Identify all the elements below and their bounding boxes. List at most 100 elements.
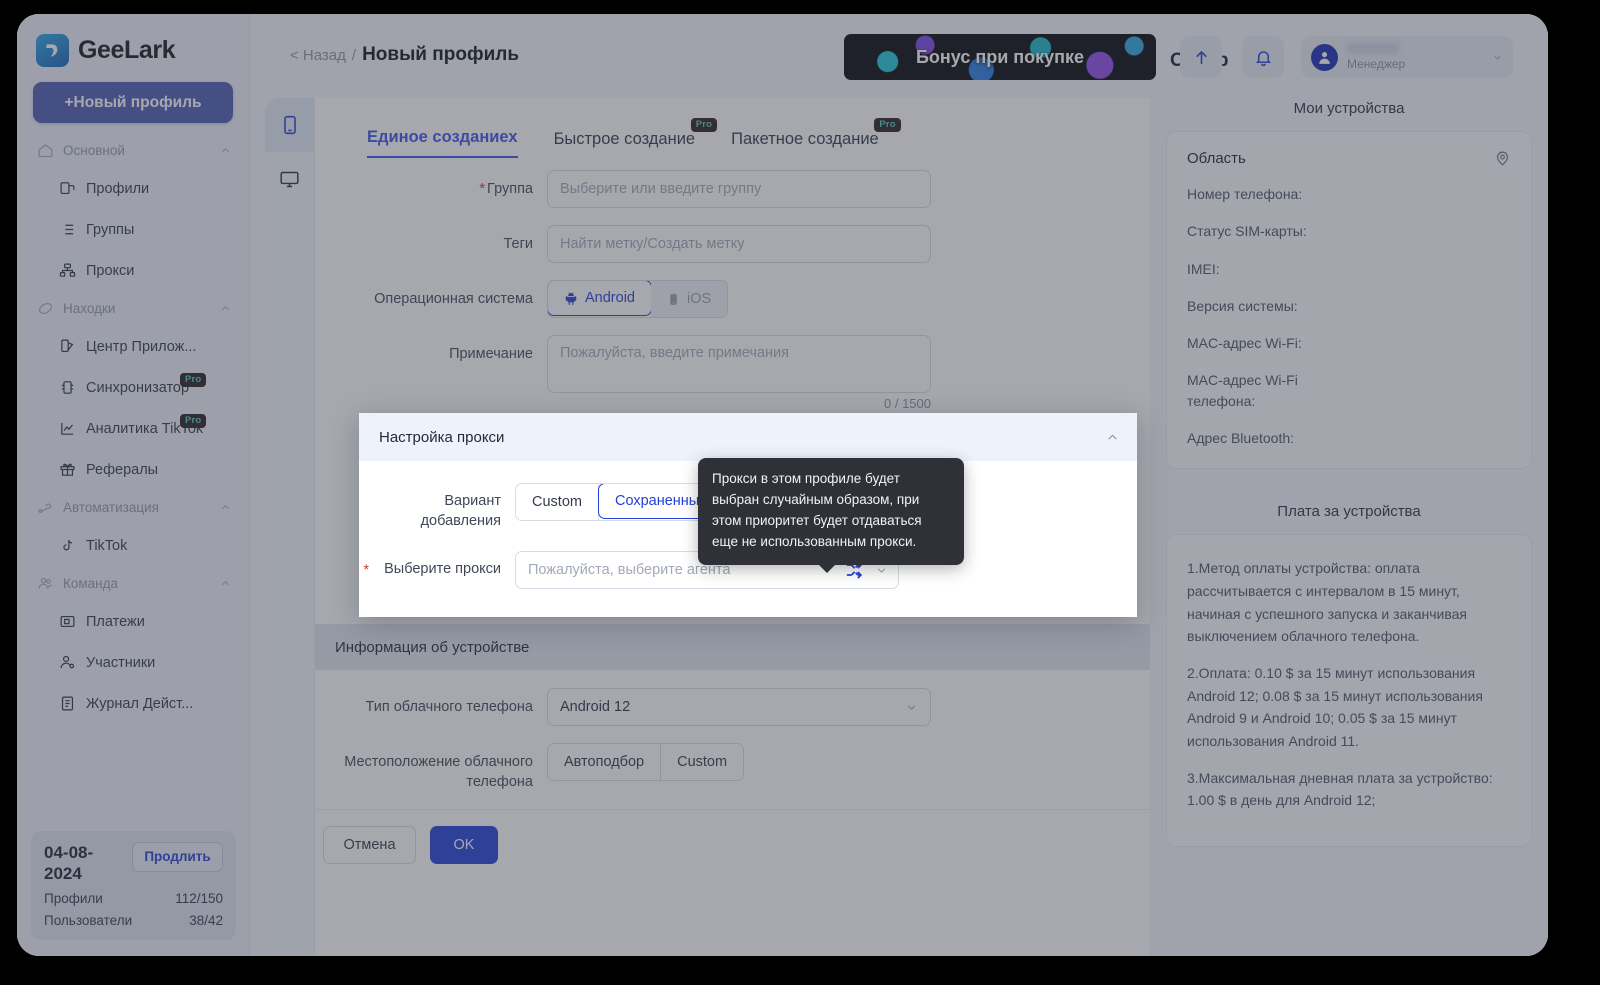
location-option-auto[interactable]: Автоподбор: [548, 744, 662, 780]
plan-card: 04-08-2024 Продлить Профили 112/150 Поль…: [31, 830, 236, 940]
overview-field: IMEI:: [1187, 260, 1220, 277]
upload-button[interactable]: [1180, 36, 1222, 78]
billing-paragraph: 1.Метод оплаты устройства: оплата рассчи…: [1187, 560, 1467, 645]
billing-paragraph: 3.Максимальная дневная плата за устройст…: [1187, 769, 1493, 809]
billing-card: 1.Метод оплаты устройства: оплата рассчи…: [1166, 534, 1532, 848]
back-link[interactable]: < Назад: [290, 47, 346, 64]
avatar: [1311, 43, 1338, 71]
sidebar-group-avtomatizaciya[interactable]: Автоматизация: [17, 490, 249, 525]
tab-bystroe-sozdanie[interactable]: Быстрое создание Pro: [553, 118, 718, 158]
phone-type-select[interactable]: Android 12: [547, 688, 931, 726]
bell-icon: [1254, 48, 1273, 67]
tiktok-icon: [59, 537, 76, 554]
sidebar-item-zhurnal-deystviy[interactable]: Журнал Дейст...: [17, 683, 249, 724]
sidebar-item-analitika-tiktok[interactable]: Аналитика TikTok Pro: [17, 408, 249, 449]
sidebar-group-komanda[interactable]: Команда: [17, 566, 249, 601]
overview-field: Номер телефона:: [1187, 186, 1303, 202]
tags-label: Теги: [503, 236, 534, 252]
sidebar-item-label: Прокси: [86, 262, 135, 279]
billing-heading: Плата за устройства: [1277, 503, 1421, 521]
user-menu[interactable]: Менеджер: [1301, 36, 1513, 78]
notifications-button[interactable]: [1242, 36, 1284, 78]
user-name-redacted: [1347, 43, 1399, 54]
desktop-rail-icon[interactable]: [265, 152, 314, 206]
sidebar-item-proksi[interactable]: Прокси: [17, 250, 249, 291]
chevron-up-icon[interactable]: [1106, 431, 1119, 444]
location-label: Местоположение облачного телефона: [344, 754, 533, 790]
proxy-icon: [59, 262, 76, 279]
home-icon: [37, 142, 54, 159]
tab-label: Быстрое создание: [553, 130, 696, 148]
pro-badge: Pro: [874, 118, 901, 132]
chevron-up-icon: [220, 145, 231, 156]
overview-field: Статус SIM-карты:: [1187, 223, 1307, 240]
breadcrumb: < Назад / Новый профиль: [290, 44, 519, 66]
pro-badge: Pro: [690, 118, 718, 132]
location-option-custom[interactable]: Custom: [661, 744, 744, 780]
group-input[interactable]: Выберите или введите группу: [547, 170, 931, 208]
chevron-down-icon[interactable]: [875, 564, 888, 577]
new-profile-button[interactable]: +Новый профиль: [33, 82, 233, 123]
tab-paketnoe-sozdanie[interactable]: Пакетное создание Pro: [731, 118, 901, 158]
location-option-label: Автоподбор: [564, 754, 645, 770]
plan-users-value: 38/42: [189, 913, 223, 928]
os-option-ios[interactable]: iOS: [650, 281, 728, 317]
tab-edinoe-sozdanie[interactable]: Единое созданиех: [367, 128, 518, 158]
group-input-placeholder: Выберите или введите группу: [560, 181, 762, 197]
sidebar-group-label: Команда: [63, 576, 119, 591]
groups-icon: [59, 221, 76, 238]
sidebar-item-label: Центр Прилож...: [86, 338, 197, 355]
chevron-up-icon: [220, 303, 231, 314]
proxy-section-header[interactable]: Настройка прокси: [359, 413, 1137, 461]
sidebar-group-nahodki[interactable]: Находки: [17, 291, 249, 326]
note-textarea[interactable]: Пожалуйста, введите примечания: [547, 335, 931, 393]
os-segmented-control: Android iOS: [547, 280, 729, 318]
arrow-up-icon: [1192, 48, 1211, 67]
brand-name: GeeLark: [78, 36, 176, 64]
note-placeholder: Пожалуйста, введите примечания: [560, 345, 790, 361]
app-center-icon: [59, 338, 76, 355]
proxy-option-custom[interactable]: Custom: [516, 484, 599, 520]
overview-field: MAC-адрес Wi-Fi телефона:: [1187, 372, 1298, 409]
sidebar-group-osnovnoy[interactable]: Основной: [17, 133, 249, 168]
sidebar-item-gruppy[interactable]: Группы: [17, 209, 249, 250]
breadcrumb-separator: /: [351, 47, 357, 64]
sidebar-item-tiktok[interactable]: TikTok: [17, 525, 249, 566]
overview-panel: Обзор Мои устройства Область Номер телеф…: [1150, 14, 1548, 956]
plan-users-row: Пользователи 38/42: [44, 913, 223, 928]
proxy-option-label: Custom: [532, 494, 582, 510]
phone-rail-icon[interactable]: [265, 98, 314, 152]
sidebar-item-uchastniki[interactable]: Участники: [17, 642, 249, 683]
tab-label: Пакетное создание: [731, 130, 879, 148]
cancel-button[interactable]: Отмена: [323, 826, 416, 865]
group-label-text: Группа: [487, 181, 533, 197]
sidebar: GeeLark +Новый профиль Основной Профили …: [17, 14, 250, 956]
sidebar-item-label: Группы: [86, 221, 135, 238]
chevron-up-icon: [220, 502, 231, 513]
sidebar-item-app-center[interactable]: Центр Прилож...: [17, 326, 249, 367]
user-meta: Менеджер: [1347, 43, 1492, 71]
sidebar-item-sinhronizator[interactable]: Синхронизатор Pro: [17, 367, 249, 408]
chevron-down-icon: [1492, 52, 1503, 63]
sidebar-item-platezhi[interactable]: Платежи: [17, 601, 249, 642]
tooltip-text: Прокси в этом профиле будет выбран случа…: [712, 471, 922, 549]
page-title: Новый профиль: [362, 44, 520, 65]
proxy-tooltip: Прокси в этом профиле будет выбран случа…: [698, 458, 964, 573]
overview-field: Адрес Bluetooth:: [1187, 430, 1295, 447]
sidebar-item-profili[interactable]: Профили: [17, 168, 249, 209]
tab-label: Единое созданиех: [367, 128, 518, 146]
billing-paragraph: 2.Оплата: 0.10 $ за 15 минут использован…: [1187, 665, 1483, 750]
sidebar-item-label: Рефералы: [86, 461, 159, 478]
tags-input[interactable]: Найти метку/Создать метку: [547, 225, 931, 263]
pro-badge: Pro: [180, 414, 207, 428]
sidebar-item-referaly[interactable]: Рефералы: [17, 449, 249, 490]
ok-button[interactable]: OK: [430, 826, 498, 865]
user-role: Менеджер: [1347, 57, 1406, 71]
plan-profiles-row: Профили 112/150: [44, 891, 223, 906]
promo-banner-label: Бонус при покупке: [915, 46, 1085, 67]
app-window: GeeLark +Новый профиль Основной Профили …: [17, 14, 1548, 956]
renew-button[interactable]: Продлить: [132, 841, 223, 872]
promo-banner[interactable]: Бонус при покупке: [844, 34, 1156, 80]
os-option-android[interactable]: Android: [548, 281, 652, 316]
tags-input-placeholder: Найти метку/Создать метку: [560, 236, 745, 252]
